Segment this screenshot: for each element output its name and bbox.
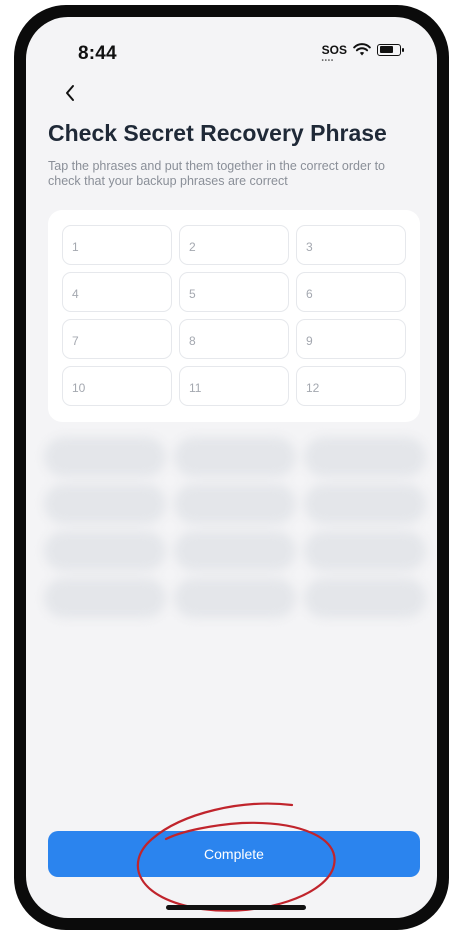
battery-icon: [377, 43, 404, 56]
phrase-slots-card: 1 2 3 4 5 6 7 8 9 10 11 12: [48, 210, 420, 422]
phrase-slot[interactable]: 10: [62, 366, 172, 406]
word-chip[interactable]: [304, 578, 426, 618]
word-chip[interactable]: [174, 484, 296, 524]
word-chip[interactable]: [174, 578, 296, 618]
word-chip[interactable]: [174, 437, 296, 477]
phrase-slot[interactable]: 3: [296, 225, 406, 265]
battery-level: [379, 46, 393, 53]
back-button[interactable]: [54, 77, 86, 109]
word-chip[interactable]: [44, 437, 166, 477]
phrase-slot[interactable]: 11: [179, 366, 289, 406]
phrase-slot[interactable]: 2: [179, 225, 289, 265]
home-indicator[interactable]: [166, 905, 306, 910]
phrase-slots-grid: 1 2 3 4 5 6 7 8 9 10 11 12: [62, 225, 406, 406]
wifi-icon: [353, 43, 371, 56]
word-chip[interactable]: [44, 484, 166, 524]
word-chip[interactable]: [44, 578, 166, 618]
chevron-left-icon: [66, 85, 74, 101]
status-time: 8:44: [78, 43, 117, 64]
word-chip[interactable]: [44, 531, 166, 571]
word-chip-grid: [44, 437, 426, 618]
phrase-slot[interactable]: 9: [296, 319, 406, 359]
phrase-slot[interactable]: 5: [179, 272, 289, 312]
word-chip[interactable]: [304, 484, 426, 524]
phrase-slot[interactable]: 1: [62, 225, 172, 265]
phrase-slot[interactable]: 7: [62, 319, 172, 359]
sos-indicator: SOS ••••: [321, 42, 347, 64]
status-icons: SOS ••••: [321, 42, 404, 64]
phrase-slot[interactable]: 6: [296, 272, 406, 312]
blurred-word-bank: [44, 437, 426, 627]
sos-label: SOS: [321, 42, 347, 57]
phrase-slot[interactable]: 4: [62, 272, 172, 312]
complete-button[interactable]: Complete: [48, 831, 420, 877]
page-subtitle: Tap the phrases and put them together in…: [48, 159, 386, 188]
phrase-slot[interactable]: 8: [179, 319, 289, 359]
phrase-slot[interactable]: 12: [296, 366, 406, 406]
word-chip[interactable]: [304, 531, 426, 571]
page-title: Check Secret Recovery Phrase: [48, 120, 387, 146]
word-chip[interactable]: [304, 437, 426, 477]
word-chip[interactable]: [174, 531, 296, 571]
phone-frame: 8:44 SOS •••• Check Secret Recovery Phra…: [14, 5, 449, 930]
status-bar: 8:44 SOS ••••: [26, 17, 437, 77]
signal-dots-icon: ••••: [321, 57, 335, 64]
app-screen: 8:44 SOS •••• Check Secret Recovery Phra…: [26, 17, 437, 918]
